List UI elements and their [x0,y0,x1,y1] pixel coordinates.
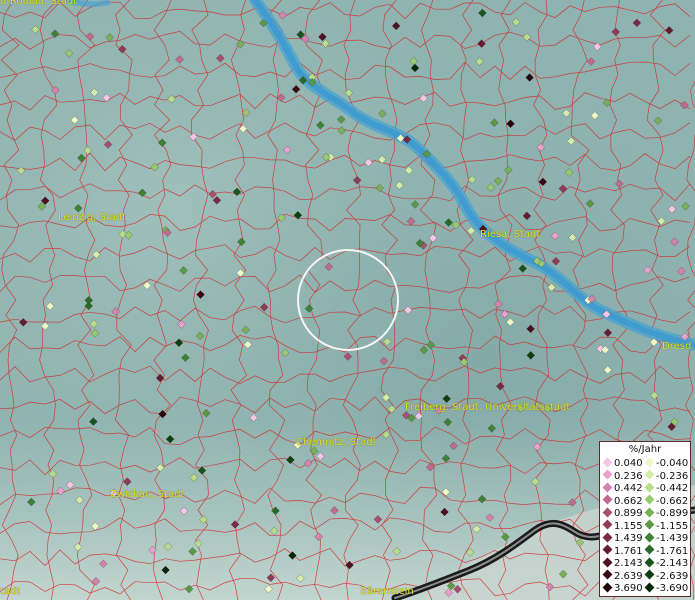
legend-swatch [644,569,655,580]
legend-entry: 0.662 [602,494,643,508]
legend: %/Jahr 0.040 -0.040 0.236 -0.236 0.442 -0.442… [599,441,691,597]
legend-entry: 1.155 [602,519,643,533]
legend-entry: -1.761 [644,544,689,558]
legend-value: 0.040 [614,458,643,469]
legend-entry: -0.662 [644,494,689,508]
legend-swatch [602,482,613,492]
legend-value: -0.236 [656,470,689,482]
legend-value: -2.143 [656,558,689,569]
legend-value: 0.442 [614,483,643,494]
legend-swatch [644,544,655,555]
place-label-baerenstein: Bärenstein [360,586,414,597]
legend-entry: -0.899 [644,507,689,520]
legend-swatch [602,569,613,580]
legend-swatch [644,519,655,530]
legend-value: -0.442 [656,483,689,494]
legend-value: 1.155 [614,520,643,532]
place-label-dresden: Dresd [662,341,692,352]
legend-entry: 3.690 [602,582,643,595]
legend-entry: -2.143 [644,557,689,570]
legend-title: %/Jahr [628,444,662,455]
legend-entry: 0.899 [602,507,643,520]
legend-entry: 0.236 [602,469,643,483]
legend-swatch [644,507,655,517]
legend-value: 0.899 [614,508,643,519]
place-label-rosslau: u-Roßlau, Stadt [0,0,78,7]
legend-entry: 1.439 [602,532,643,545]
legend-entry: 2.143 [602,557,643,570]
legend-entry: 0.040 [602,457,643,470]
legend-value: -2.639 [656,570,689,582]
legend-value: 2.639 [614,570,643,582]
legend-entry: -0.040 [644,457,689,470]
legend-swatch [644,494,655,505]
legend-value: -1.761 [656,545,689,557]
place-label-leipzig: Leipzig, Stadt [58,212,127,223]
legend-swatch [644,457,655,467]
place-label-chemnitz: Chemnitz, Stadt [296,437,377,448]
legend-swatch [602,582,613,592]
legend-swatch [644,557,655,567]
legend-swatch [602,557,613,567]
legend-swatch [602,494,613,505]
legend-value: -1.439 [656,533,689,544]
legend-value: 0.662 [614,495,643,507]
legend-value: 1.439 [614,533,643,544]
legend-swatch [602,532,613,542]
legend-swatch [602,544,613,555]
legend-value: -0.040 [656,458,689,469]
legend-entry: -3.690 [644,582,689,595]
legend-entry: -0.236 [644,469,689,483]
place-label-plauen: tadt [0,586,21,597]
legend-value: -0.899 [656,508,689,519]
place-label-freiberg: Freiberg, Stadt, Universitätsstadt [405,402,571,413]
legend-swatch [644,532,655,542]
legend-entry: 2.639 [602,569,643,583]
legend-entry: -1.439 [644,532,689,545]
legend-value: 2.143 [614,558,643,569]
legend-entry: -0.442 [644,482,689,495]
legend-value: 3.690 [614,583,643,594]
legend-value: -0.662 [656,495,689,507]
map-canvas[interactable] [0,0,695,600]
place-label-zwickau: Zwickau, Stadt [110,489,185,500]
place-label-riesa: Riesa, Stadt [480,229,541,240]
legend-swatch [602,519,613,530]
legend-value: 0.236 [614,470,643,482]
legend-entry: -2.639 [644,569,689,583]
legend-swatch [602,507,613,517]
legend-swatch [644,582,655,592]
legend-swatch [644,469,655,480]
legend-value: -1.155 [656,520,689,532]
legend-swatch [644,482,655,492]
legend-entry: 1.761 [602,544,643,558]
legend-entry: 0.442 [602,482,643,495]
legend-swatch [602,469,613,480]
legend-value: -3.690 [656,583,689,594]
legend-swatch [602,457,613,467]
legend-entry: -1.155 [644,519,689,533]
legend-value: 1.761 [614,545,643,557]
